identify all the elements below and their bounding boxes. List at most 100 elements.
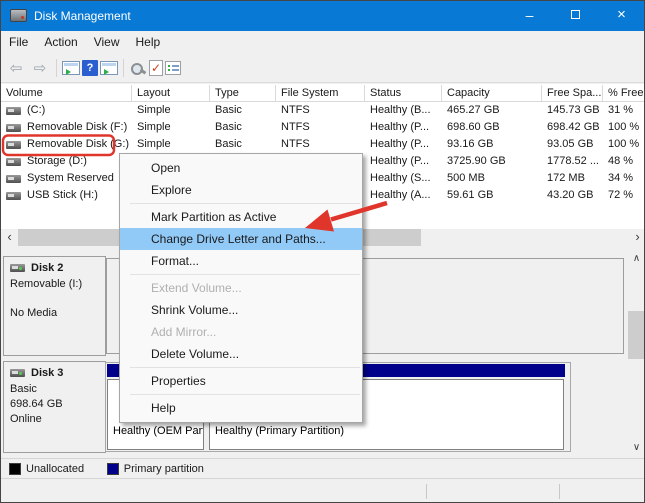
cell-pct: 100 % <box>603 119 645 136</box>
cell-capacity: 59.61 GB <box>442 187 542 204</box>
minimize-button[interactable]: – <box>507 1 552 31</box>
menu-item-properties[interactable]: Properties <box>120 370 362 392</box>
column-header-capacity[interactable]: Capacity <box>442 85 542 102</box>
help-icon[interactable]: ? <box>82 60 98 76</box>
legend-label: Primary partition <box>124 463 204 475</box>
cell-status: Healthy (A... <box>365 187 442 204</box>
toolbar: ⇦⇨? ✓ <box>1 53 644 83</box>
column-header-type[interactable]: Type <box>210 85 276 102</box>
scroll-down-icon[interactable]: ∨ <box>628 440 645 456</box>
cell-status: Healthy (P... <box>365 153 442 170</box>
title-bar: Disk Management – × <box>1 1 644 31</box>
cell-type: Basic <box>210 119 276 136</box>
menu-help[interactable]: Help <box>128 31 169 53</box>
volume-label: Storage (D:) <box>27 153 87 170</box>
menu-item-change-drive-letter-and-paths[interactable]: Change Drive Letter and Paths... <box>120 228 362 250</box>
console-window-icon[interactable] <box>100 61 118 75</box>
toolbar-separator <box>123 59 124 77</box>
cell-status: Healthy (S... <box>365 170 442 187</box>
disk3-name: Disk 3 <box>31 367 63 379</box>
volume-row-c[interactable]: (C:)SimpleBasicNTFSHealthy (B...465.27 G… <box>1 102 645 119</box>
cell-layout: Simple <box>132 102 210 119</box>
disk2-panel[interactable]: Disk 2 Removable (I:) No Media <box>3 256 106 356</box>
cell-layout: Simple <box>132 119 210 136</box>
volume-icon <box>6 192 21 200</box>
window-title: Disk Management <box>34 1 131 31</box>
maximize-button[interactable] <box>553 1 598 31</box>
volume-label: (C:) <box>27 102 45 119</box>
column-header-layout[interactable]: Layout <box>132 85 210 102</box>
menu-item-mark-partition-as-active[interactable]: Mark Partition as Active <box>120 206 362 228</box>
maximize-icon <box>571 10 580 19</box>
disk-icon <box>10 264 25 272</box>
cell-pct: 100 % <box>603 136 645 153</box>
back-arrow-icon[interactable]: ⇦ <box>5 57 27 79</box>
scroll-up-icon[interactable]: ∧ <box>628 251 645 267</box>
vertical-scroll-thumb[interactable] <box>628 311 645 359</box>
menu-separator <box>130 203 360 204</box>
menu-item-open[interactable]: Open <box>120 157 362 179</box>
column-header-free[interactable]: % Free <box>603 85 645 102</box>
disk-management-window: Disk Management – × FileActionViewHelp ⇦… <box>0 0 645 503</box>
checklist-icon[interactable] <box>165 61 181 75</box>
cell-volume: Removable Disk (F:) <box>1 119 132 136</box>
volume-label: USB Stick (H:) <box>27 187 98 204</box>
disk3-type: Basic <box>10 382 105 397</box>
disk3-panel[interactable]: Disk 3 Basic 698.64 GB Online <box>3 361 106 453</box>
menu-item-explore[interactable]: Explore <box>120 179 362 201</box>
scroll-right-icon[interactable]: › <box>629 229 645 246</box>
cell-pct: 72 % <box>603 187 645 204</box>
cell-capacity: 500 MB <box>442 170 542 187</box>
legend-swatch <box>107 463 119 475</box>
menu-bar: FileActionViewHelp <box>1 31 644 53</box>
disk3-title: Disk 3 <box>10 367 105 379</box>
cell-pct: 48 % <box>603 153 645 170</box>
cell-free: 93.05 GB <box>542 136 603 153</box>
cell-pct: 31 % <box>603 102 645 119</box>
menu-item-extend-volume: Extend Volume... <box>120 277 362 299</box>
check-doc-icon[interactable]: ✓ <box>149 60 163 76</box>
menu-file[interactable]: File <box>1 31 36 53</box>
cell-status: Healthy (P... <box>365 119 442 136</box>
volume-row-removable-disk-f[interactable]: Removable Disk (F:)SimpleBasicNTFSHealth… <box>1 119 645 136</box>
cell-capacity: 3725.90 GB <box>442 153 542 170</box>
menu-view[interactable]: View <box>86 31 128 53</box>
cell-capacity: 698.60 GB <box>442 119 542 136</box>
disk3-size: 698.64 GB <box>10 397 105 412</box>
menu-item-help[interactable]: Help <box>120 397 362 419</box>
disk2-name: Disk 2 <box>31 262 63 274</box>
rescan-icon[interactable] <box>129 60 147 76</box>
menu-item-format[interactable]: Format... <box>120 250 362 272</box>
column-header-status[interactable]: Status <box>365 85 442 102</box>
cell-capacity: 93.16 GB <box>442 136 542 153</box>
console-tree-icon[interactable] <box>62 61 80 75</box>
vertical-scrollbar[interactable]: ∧ ∨ <box>628 251 645 456</box>
menu-separator <box>130 367 360 368</box>
legend-item-unallocated: Unallocated <box>9 459 84 479</box>
close-button[interactable]: × <box>599 1 644 31</box>
cell-layout: Simple <box>132 136 210 153</box>
volume-list-header: VolumeLayoutTypeFile SystemStatusCapacit… <box>1 85 645 102</box>
menu-action[interactable]: Action <box>36 31 85 53</box>
app-icon <box>10 9 27 22</box>
menu-item-shrink-volume[interactable]: Shrink Volume... <box>120 299 362 321</box>
statusbar-divider <box>559 484 560 499</box>
cell-volume: USB Stick (H:) <box>1 187 132 204</box>
disk3-status: Online <box>10 412 105 427</box>
volume-row-removable-disk-g[interactable]: Removable Disk (G:)SimpleBasicNTFSHealth… <box>1 136 645 153</box>
cell-volume: Storage (D:) <box>1 153 132 170</box>
column-header-file-system[interactable]: File System <box>276 85 365 102</box>
legend-bar: Unallocated Primary partition <box>1 458 645 478</box>
cell-fs: NTFS <box>276 119 365 136</box>
column-header-volume[interactable]: Volume <box>1 85 132 102</box>
menu-item-delete-volume[interactable]: Delete Volume... <box>120 343 362 365</box>
volume-label: Removable Disk (G:) <box>27 136 129 153</box>
statusbar-divider <box>426 484 427 499</box>
column-header-free-spa[interactable]: Free Spa... <box>542 85 603 102</box>
menu-item-add-mirror: Add Mirror... <box>120 321 362 343</box>
context-menu: OpenExplore Mark Partition as ActiveChang… <box>119 153 363 423</box>
legend-item-primary-partition: Primary partition <box>107 459 204 479</box>
forward-arrow-icon[interactable]: ⇨ <box>29 57 51 79</box>
scroll-left-icon[interactable]: ‹ <box>1 229 18 246</box>
menu-separator <box>130 274 360 275</box>
